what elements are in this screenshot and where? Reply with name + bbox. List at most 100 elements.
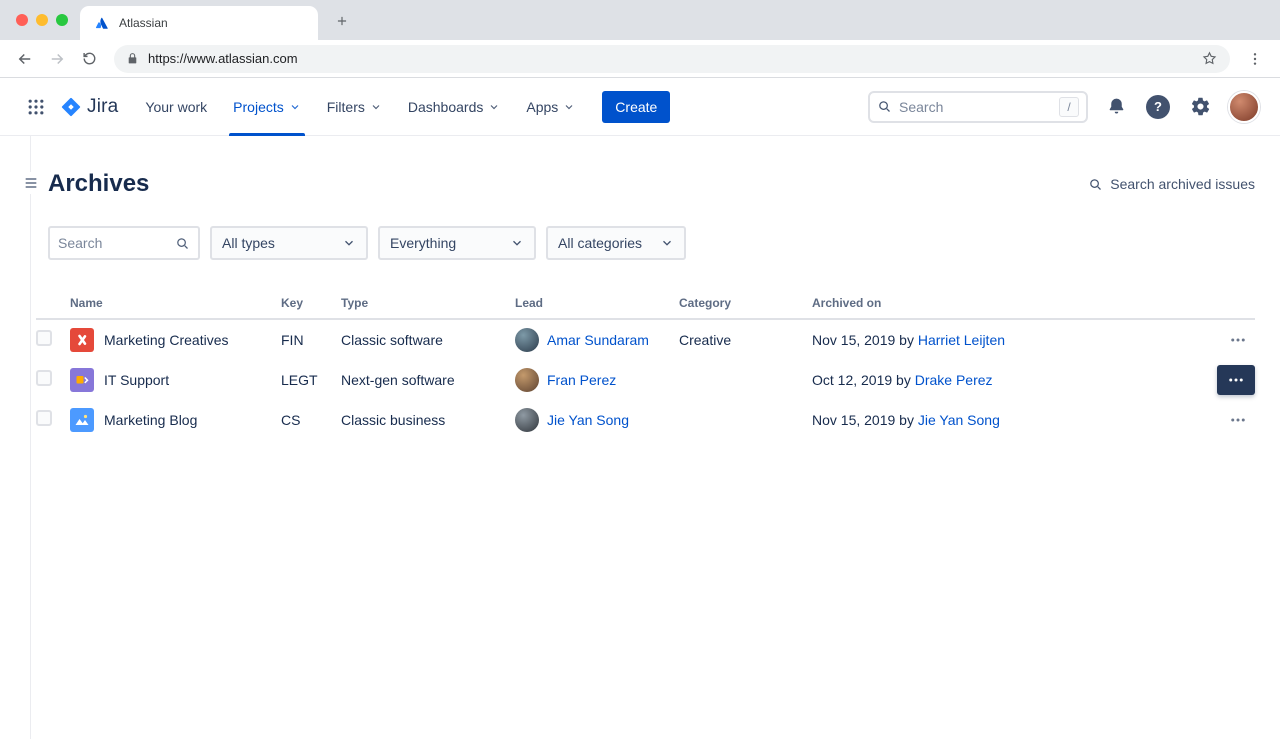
table-header-row: Name Key Type Lead Category Archived on — [36, 288, 1255, 320]
header-name: Name — [70, 296, 281, 310]
categories-filter-value: All categories — [558, 235, 642, 251]
chevron-down-icon — [488, 101, 500, 113]
header-lead: Lead — [515, 296, 679, 310]
nav-item-label: Your work — [145, 99, 207, 115]
scope-filter-value: Everything — [390, 235, 456, 251]
table-row: IT Support LEGT Next-gen software Fran P… — [36, 360, 1255, 400]
project-name: IT Support — [104, 372, 169, 388]
jira-mark-icon — [60, 96, 82, 118]
sidebar-expand-icon[interactable] — [20, 172, 42, 194]
row-checkbox[interactable] — [36, 330, 52, 346]
help-glyph: ? — [1146, 95, 1170, 119]
reload-icon[interactable] — [74, 44, 104, 74]
jira-logo[interactable]: Jira — [52, 96, 132, 118]
nav-item-label: Filters — [327, 99, 365, 115]
header-category: Category — [679, 296, 812, 310]
code-project-icon — [70, 368, 94, 392]
browser-toolbar: https://www.atlassian.com — [0, 40, 1280, 78]
user-avatar[interactable] — [1228, 91, 1260, 123]
collapsed-sidebar-rail — [0, 136, 31, 739]
project-name: Marketing Creatives — [104, 332, 229, 348]
archive-search-input[interactable] — [58, 235, 169, 251]
scope-filter-dropdown[interactable]: Everything — [378, 226, 536, 260]
browser-tab-strip: Atlassian — [0, 0, 1280, 40]
header-key: Key — [281, 296, 341, 310]
page-header: Archives Search archived issues — [48, 170, 1255, 198]
project-type: Classic business — [341, 412, 515, 428]
nav-item-apps[interactable]: Apps — [513, 78, 588, 136]
search-icon — [175, 236, 190, 251]
lead-link[interactable]: Amar Sundaram — [547, 332, 649, 348]
help-icon[interactable]: ? — [1144, 93, 1172, 121]
archived-date: Oct 12, 2019 by — [812, 372, 911, 388]
settings-gear-icon[interactable] — [1186, 93, 1214, 121]
header-type: Type — [341, 296, 515, 310]
minimize-window-button[interactable] — [36, 14, 48, 26]
project-key: LEGT — [281, 372, 341, 388]
search-shortcut-hint: / — [1059, 97, 1079, 117]
row-more-actions-icon[interactable] — [1217, 365, 1255, 395]
traffic-lights — [16, 14, 68, 26]
lead-link[interactable]: Fran Perez — [547, 372, 616, 388]
archived-by-link[interactable]: Jie Yan Song — [918, 412, 1000, 428]
global-search[interactable]: / — [868, 91, 1088, 123]
chevron-down-icon — [342, 236, 356, 250]
chevron-down-icon — [563, 101, 575, 113]
lead-avatar — [515, 368, 539, 392]
archived-projects-table: Name Key Type Lead Category Archived on — [36, 288, 1255, 440]
jira-logo-text: Jira — [87, 96, 118, 118]
nav-item-dashboards[interactable]: Dashboards — [395, 78, 514, 136]
project-name: Marketing Blog — [104, 412, 197, 428]
browser-tab[interactable]: Atlassian — [80, 6, 318, 40]
page-content: Archives Search archived issues All typ — [0, 136, 1280, 739]
filter-bar: All types Everything All categories — [48, 226, 1255, 260]
forward-icon[interactable] — [42, 44, 72, 74]
nav-item-your-work[interactable]: Your work — [132, 78, 220, 136]
archived-by-link[interactable]: Drake Perez — [915, 372, 993, 388]
row-more-actions-icon[interactable] — [1221, 327, 1255, 353]
categories-filter-dropdown[interactable]: All categories — [546, 226, 686, 260]
zoom-window-button[interactable] — [56, 14, 68, 26]
nav-item-filters[interactable]: Filters — [314, 78, 395, 136]
archives-main: Archives Search archived issues All typ — [31, 136, 1280, 739]
search-icon — [1088, 177, 1103, 192]
chevron-down-icon — [510, 236, 524, 250]
archive-search-field[interactable] — [48, 226, 200, 260]
notifications-bell-icon[interactable] — [1102, 93, 1130, 121]
close-window-button[interactable] — [16, 14, 28, 26]
address-bar[interactable]: https://www.atlassian.com — [114, 45, 1230, 73]
project-type: Classic software — [341, 332, 515, 348]
project-type: Next-gen software — [341, 372, 515, 388]
types-filter-dropdown[interactable]: All types — [210, 226, 368, 260]
row-checkbox[interactable] — [36, 410, 52, 426]
new-tab-button[interactable] — [328, 7, 356, 35]
header-archived-on: Archived on — [812, 296, 1215, 310]
archived-by-link[interactable]: Harriet Leijten — [918, 332, 1005, 348]
back-icon[interactable] — [10, 44, 40, 74]
row-more-actions-icon[interactable] — [1221, 407, 1255, 433]
project-key: FIN — [281, 332, 341, 348]
app-switcher-icon[interactable] — [20, 91, 52, 123]
browser-menu-icon[interactable] — [1240, 44, 1270, 74]
table-body: Marketing Creatives FIN Classic software… — [36, 320, 1255, 440]
search-archived-issues-link[interactable]: Search archived issues — [1088, 176, 1255, 192]
tools-project-icon — [70, 328, 94, 352]
project-category: Creative — [679, 332, 812, 348]
bookmark-star-icon[interactable] — [1201, 50, 1218, 67]
lead-link[interactable]: Jie Yan Song — [547, 412, 629, 428]
atlassian-favicon-icon — [94, 15, 110, 31]
create-button[interactable]: Create — [602, 91, 670, 123]
archived-date: Nov 15, 2019 by — [812, 332, 914, 348]
nav-item-label: Projects — [233, 99, 284, 115]
lock-icon[interactable] — [126, 52, 139, 65]
archived-date: Nov 15, 2019 by — [812, 412, 914, 428]
search-archived-issues-label: Search archived issues — [1110, 176, 1255, 192]
jira-top-nav: Jira Your work Projects Filters Dashboar… — [0, 78, 1280, 136]
nav-item-label: Apps — [526, 99, 558, 115]
global-search-input[interactable] — [899, 99, 1052, 115]
row-checkbox[interactable] — [36, 370, 52, 386]
lead-avatar — [515, 408, 539, 432]
browser-window: Atlassian https://www.atlassian.com — [0, 0, 1280, 739]
lead-avatar — [515, 328, 539, 352]
nav-item-projects[interactable]: Projects — [220, 78, 314, 136]
